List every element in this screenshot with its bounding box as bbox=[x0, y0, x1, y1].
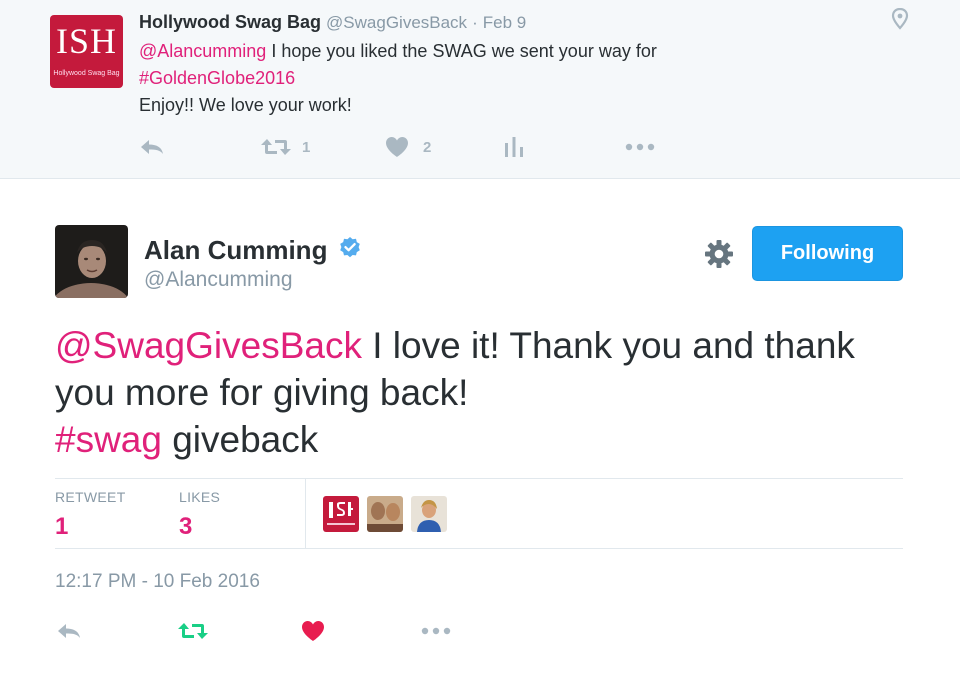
tweet-text-segment: I hope you liked the SWAG we sent your w… bbox=[266, 41, 657, 61]
reply-button[interactable] bbox=[55, 618, 83, 644]
avatar-logo-caption: Hollywood Swag Bag bbox=[53, 70, 120, 77]
parent-author-handle[interactable]: @SwagGivesBack bbox=[326, 13, 467, 32]
like-count: 2 bbox=[423, 138, 432, 156]
retweet-button[interactable] bbox=[177, 618, 209, 644]
location-pin-icon[interactable] bbox=[890, 8, 910, 30]
analytics-button[interactable] bbox=[504, 134, 524, 160]
tweet-timestamp[interactable]: 12:17 PM - 10 Feb 2016 bbox=[55, 571, 260, 593]
liker-avatar[interactable] bbox=[367, 496, 403, 532]
avatar-logo-text: ISH bbox=[55, 21, 117, 61]
reply-button[interactable] bbox=[139, 134, 165, 160]
main-tweet-text: @SwagGivesBack I love it! Thank you and … bbox=[55, 322, 915, 463]
liker-avatar[interactable] bbox=[411, 496, 447, 532]
hashtag-link[interactable]: #swag bbox=[55, 419, 162, 460]
main-author-handle[interactable]: @Alancumming bbox=[144, 268, 293, 292]
main-author-name[interactable]: Alan Cumming bbox=[144, 235, 327, 266]
retweet-button[interactable]: 1 bbox=[260, 134, 310, 160]
liker-avatar-image bbox=[367, 496, 403, 532]
retweet-count: 1 bbox=[302, 138, 311, 156]
likes-value: 3 bbox=[179, 513, 193, 540]
analytics-icon bbox=[505, 137, 523, 157]
parent-tweet-text: @Alancumming I hope you liked the SWAG w… bbox=[139, 38, 879, 119]
avatar-photo bbox=[55, 225, 128, 298]
retweets-stat[interactable]: RETWEET 1 bbox=[55, 489, 126, 541]
parent-tweet[interactable]: ISH Hollywood Swag Bag Hollywood Swag Ba… bbox=[0, 0, 960, 179]
header-separator: · bbox=[472, 13, 478, 32]
reply-icon bbox=[141, 140, 163, 154]
parent-author-name[interactable]: Hollywood Swag Bag bbox=[139, 12, 321, 32]
stats-divider bbox=[305, 479, 306, 549]
hashtag-link[interactable]: #GoldenGlobe2016 bbox=[139, 68, 295, 88]
gear-icon[interactable] bbox=[704, 239, 734, 269]
main-avatar[interactable] bbox=[55, 225, 128, 298]
tweet-text-segment: Enjoy!! We love your work! bbox=[139, 95, 352, 115]
parent-tweet-header: Hollywood Swag Bag @SwagGivesBack · Feb … bbox=[139, 12, 526, 33]
mention-link[interactable]: @SwagGivesBack bbox=[55, 325, 362, 366]
more-icon bbox=[421, 627, 451, 635]
tweet-stats: RETWEET 1 LIKES 3 bbox=[55, 478, 903, 549]
tweet-text-segment: giveback bbox=[161, 419, 319, 460]
following-button[interactable]: Following bbox=[752, 226, 903, 281]
more-button[interactable] bbox=[421, 618, 451, 644]
more-icon bbox=[625, 143, 655, 151]
more-button[interactable] bbox=[625, 134, 655, 160]
retweets-value: 1 bbox=[55, 513, 69, 540]
liker-avatar-image bbox=[323, 496, 359, 532]
likes-stat[interactable]: LIKES 3 bbox=[179, 489, 220, 541]
retweet-icon bbox=[261, 139, 291, 155]
main-tweet-actions bbox=[55, 618, 475, 644]
verified-badge-icon bbox=[340, 237, 360, 258]
like-button[interactable]: 2 bbox=[385, 134, 431, 160]
liker-avatar-image bbox=[411, 496, 447, 532]
likes-label: LIKES bbox=[179, 489, 221, 505]
mention-link[interactable]: @Alancumming bbox=[139, 41, 266, 61]
parent-tweet-actions: 1 2 bbox=[139, 134, 679, 160]
retweet-icon bbox=[178, 623, 208, 639]
heart-icon bbox=[302, 621, 324, 641]
reply-icon bbox=[58, 624, 80, 638]
heart-icon bbox=[386, 137, 408, 157]
parent-tweet-date[interactable]: Feb 9 bbox=[483, 13, 526, 32]
liker-avatar[interactable] bbox=[323, 496, 359, 532]
retweets-label: RETWEET bbox=[55, 489, 126, 505]
like-button[interactable] bbox=[301, 618, 325, 644]
parent-avatar[interactable]: ISH Hollywood Swag Bag bbox=[50, 15, 123, 88]
